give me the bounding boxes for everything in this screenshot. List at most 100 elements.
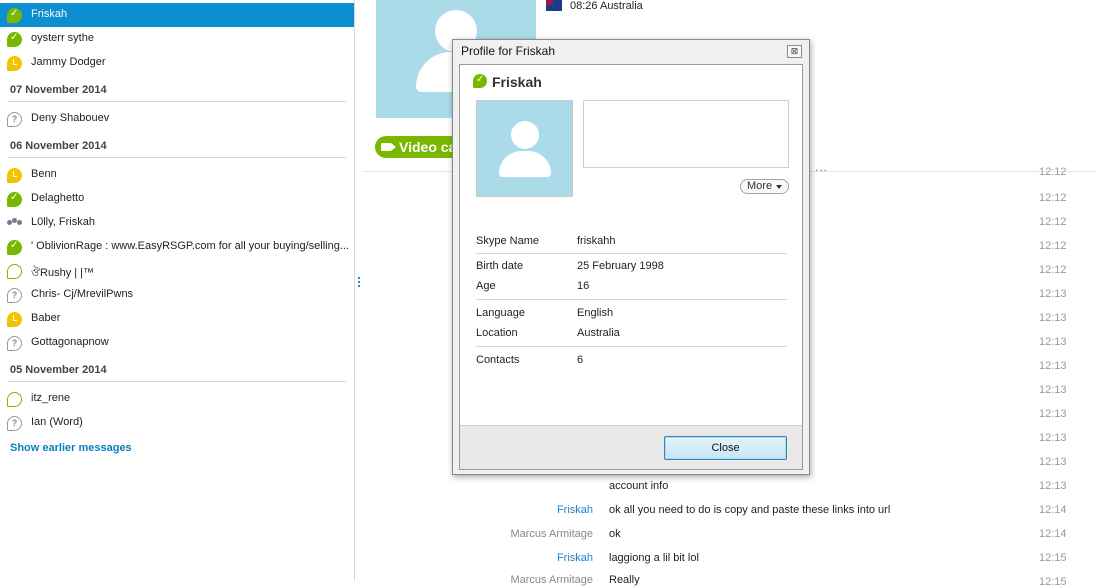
contact-name: Jammy Dodger [31, 56, 106, 68]
contact-item-friskah[interactable]: Friskah [0, 3, 354, 27]
field-value-age: 16 [577, 280, 590, 292]
contact-name: Ian (Word) [31, 416, 83, 428]
contact-name: oysterr sythe [31, 32, 94, 44]
message-timestamp: 12:13 [1039, 360, 1067, 372]
panel-splitter-handle[interactable] [358, 277, 361, 289]
message-text: account info [609, 480, 669, 492]
message-sender[interactable]: Friskah [557, 504, 593, 516]
group-chat-icon [7, 216, 22, 231]
away-status-icon [7, 56, 22, 71]
profile-panel: Friskah More Skype Name friskahh Birth d… [459, 64, 803, 470]
contact-item[interactable]: ? Gottagonapnow [0, 331, 354, 355]
offline-status-icon [7, 392, 22, 407]
australia-flag-icon [546, 0, 562, 11]
online-status-icon [7, 8, 22, 23]
contact-item[interactable]: ? Ian (Word) [0, 411, 354, 435]
message-timestamp: 12:13 [1039, 456, 1067, 468]
message-text: laggiong a lil bit lol [609, 552, 699, 564]
message-timestamp: 12:12 [1039, 166, 1067, 178]
dialog-title: Profile for Friskah [461, 44, 556, 58]
unknown-status-icon: ? [7, 112, 22, 127]
contact-list-panel: Friskah oysterr sythe Jammy Dodger 07 No… [0, 0, 355, 581]
field-label-birth-date: Birth date [476, 260, 524, 272]
field-label-location: Location [476, 327, 518, 339]
message-sender[interactable]: Marcus Armitage [510, 528, 593, 540]
contact-item[interactable]: L0lly, Friskah [0, 211, 354, 235]
message-timestamp: 12:12 [1039, 264, 1067, 276]
close-icon[interactable]: ⊠ [787, 45, 802, 58]
contact-item[interactable]: Benn [0, 163, 354, 187]
dialog-footer: Close [460, 425, 802, 469]
contact-name: Baber [31, 312, 61, 324]
field-divider [476, 299, 787, 300]
offline-status-icon [7, 264, 22, 279]
message-timestamp: 12:13 [1039, 336, 1067, 348]
contact-item[interactable]: ? Deny Shabouev [0, 107, 354, 131]
contact-item[interactable]: oysterr sythe [0, 27, 354, 51]
message-text: ok all you need to do is copy and paste … [609, 504, 891, 516]
video-camera-icon [381, 143, 396, 151]
field-divider [476, 253, 787, 254]
field-label-contacts: Contacts [476, 354, 520, 366]
away-status-icon [7, 312, 22, 327]
contact-name: Deny Shabouev [31, 112, 110, 124]
message-text: Really [609, 574, 640, 586]
contact-item[interactable]: Delaghetto [0, 187, 354, 211]
contact-item[interactable]: ' OblivionRage : www.EasyRSGP.com for al… [0, 235, 354, 259]
unknown-status-icon: ? [7, 336, 22, 351]
field-value-skype-name: friskahh [577, 235, 616, 247]
profile-dialog: Profile for Friskah ⊠ Friskah More Skype… [452, 39, 810, 475]
field-value-language: English [577, 307, 614, 319]
date-divider [8, 101, 346, 102]
field-value-birth-date: 25 February 1998 [577, 260, 664, 272]
date-divider [8, 157, 346, 158]
message-text: ok [609, 528, 621, 540]
message-timestamp: 12:12 [1039, 216, 1067, 228]
field-value-contacts: 6 [577, 354, 584, 366]
date-header: 07 November 2014 [10, 84, 107, 96]
field-label-age: Age [476, 280, 496, 292]
mood-message-box [583, 100, 789, 168]
online-status-icon [7, 32, 22, 47]
contact-item[interactable]: Jammy Dodger [0, 51, 354, 75]
close-button[interactable]: Close [664, 436, 787, 460]
profile-name: Friskah [492, 74, 542, 90]
contact-name: Chris- Cj/MrevilPwns [31, 288, 134, 300]
message-timestamp: 12:12 [1039, 192, 1067, 204]
contact-item[interactable]: ? Chris- Cj/MrevilPwns [0, 283, 354, 307]
date-header: 06 November 2014 [10, 140, 107, 152]
profile-avatar [476, 100, 573, 197]
message-timestamp: 12:13 [1039, 432, 1067, 444]
message-timestamp: 12:13 [1039, 312, 1067, 324]
date-divider [8, 381, 346, 382]
unknown-status-icon: ? [7, 416, 22, 431]
message-sender[interactable]: Friskah [557, 552, 593, 564]
contact-item[interactable]: ঔRushy | |™ [0, 259, 354, 283]
contact-name: Gottagonapnow [31, 336, 109, 348]
online-status-icon [7, 240, 22, 255]
contact-item[interactable]: itz_rene [0, 387, 354, 411]
message-timestamp: 12:13 [1039, 384, 1067, 396]
show-earlier-messages-link[interactable]: Show earlier messages [10, 442, 132, 454]
message-timestamp: 12:13 [1039, 408, 1067, 420]
message-timestamp: 12:13 [1039, 480, 1067, 492]
online-status-icon [473, 74, 487, 88]
message-timestamp: 12:14 [1039, 504, 1067, 516]
field-label-language: Language [476, 307, 525, 319]
field-value-location: Australia [577, 327, 620, 339]
contact-name: Delaghetto [31, 192, 85, 204]
message-sender[interactable]: Marcus Armitage [510, 574, 593, 586]
message-timestamp: 12:15 [1039, 576, 1067, 588]
online-status-icon [7, 192, 22, 207]
contact-name: itz_rene [31, 392, 71, 404]
message-timestamp: 12:13 [1039, 288, 1067, 300]
contact-name: ঔRushy | |™ [31, 267, 95, 279]
more-dropdown-button[interactable]: More [740, 179, 789, 194]
field-divider [476, 346, 787, 347]
contact-local-time: 08:26 Australia [570, 0, 643, 12]
field-label-skype-name: Skype Name [476, 235, 539, 247]
contact-name: Friskah [31, 8, 68, 20]
contact-name: L0lly, Friskah [31, 216, 95, 228]
date-header: 05 November 2014 [10, 364, 107, 376]
contact-item[interactable]: Baber [0, 307, 354, 331]
